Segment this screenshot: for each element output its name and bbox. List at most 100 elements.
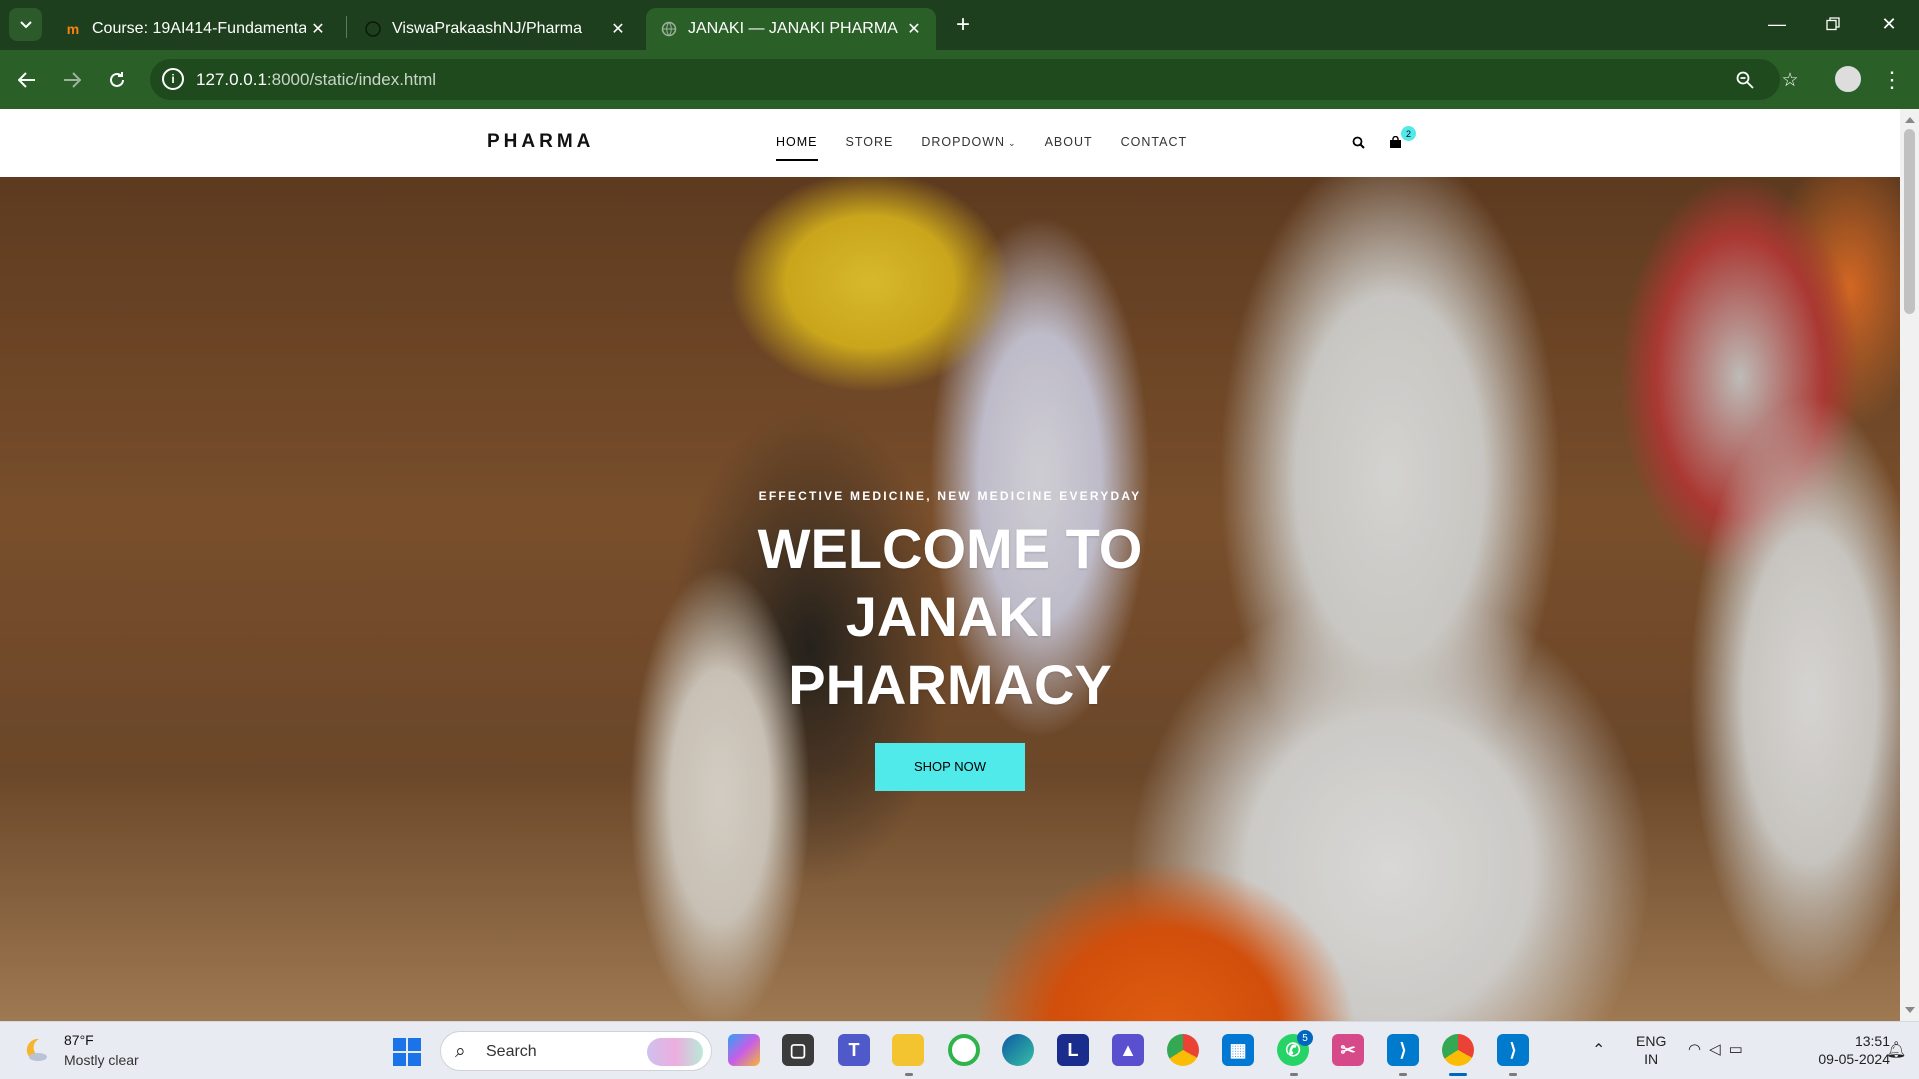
running-indicator [905,1073,913,1076]
chevron-down-icon: ⌄ [1008,138,1017,148]
page-viewport: PHARMA HOME STORE DROPDOWN ⌄ ABOUT CONTAC… [0,109,1919,1021]
scroll-down-arrow-icon[interactable] [1905,1007,1915,1013]
url-text[interactable]: 127.0.0.1:8000/static/index.html [196,70,436,90]
tab-title: Course: 19AI414-Fundamentals [92,20,306,37]
vscode-icon[interactable]: ⟩ [1387,1034,1419,1066]
hero-title-line: JANAKI [845,585,1055,648]
moodle-icon: m [66,21,80,37]
ms-store-icon[interactable]: ▦ [1222,1034,1254,1066]
active-indicator [1449,1073,1467,1076]
hero-title-line: PHARMACY [788,653,1112,716]
edge-icon[interactable] [1002,1034,1034,1066]
arrow-left-icon [18,72,35,88]
tab-janaki[interactable]: JANAKI — JANAKI PHARMA ✕ [646,8,936,50]
new-tab-button[interactable]: + [950,11,976,38]
weather-description[interactable]: Mostly clear [64,1052,139,1068]
clock-time: 13:51 [1854,1033,1890,1049]
nav-contact[interactable]: CONTACT [1121,135,1188,161]
scrollbar-thumb[interactable] [1904,129,1915,314]
hero-title: WELCOME TO JANAKI PHARMACY [700,515,1200,719]
nav-about[interactable]: ABOUT [1045,135,1093,161]
notification-bell-icon[interactable]: 🔔︎ [1886,1040,1906,1060]
site-info-icon[interactable]: i [162,68,184,90]
nav-dropdown[interactable]: DROPDOWN ⌄ [921,135,1016,161]
close-icon[interactable]: ✕ [902,17,926,41]
l-app-icon[interactable]: L [1057,1034,1089,1066]
task-view-icon[interactable]: ▢ [782,1034,814,1066]
forward-button[interactable] [56,64,88,96]
wifi-icon[interactable]: ◠ [1688,1041,1709,1058]
windows-taskbar: 87°F Mostly clear ⌕ Search ▢ T L ▲ ▦ ✆ 5… [0,1021,1919,1079]
tab-course[interactable]: m Course: 19AI414-Fundamentals ✕ [50,8,340,50]
restore-button[interactable] [1813,8,1853,40]
windows-start-icon[interactable] [393,1038,421,1066]
page-scrollbar[interactable] [1900,109,1919,1021]
url-host: 127.0.0.1 [196,70,267,89]
hero-content: EFFECTIVE MEDICINE, NEW MEDICINE EVERYDA… [700,489,1200,791]
snipping-tool-icon[interactable]: ✂ [1332,1034,1364,1066]
teams-icon[interactable]: T [838,1034,870,1066]
weather-moon-icon[interactable] [22,1036,50,1064]
taskbar-search[interactable]: ⌕ Search [440,1031,712,1071]
address-bar[interactable]: i 127.0.0.1:8000/static/index.html ☆ [150,59,1799,100]
chrome-active-icon[interactable] [1442,1034,1474,1066]
restore-icon [1826,17,1840,31]
bookmark-star-icon[interactable]: ☆ [1777,67,1803,93]
hero-title-line: WELCOME TO [757,517,1143,580]
tab-github[interactable]: ViswaPrakaashNJ/Pharma ✕ [350,8,640,50]
file-explorer-icon[interactable] [892,1034,924,1066]
language-indicator[interactable]: ENG IN [1636,1032,1666,1068]
running-indicator [1399,1073,1407,1076]
system-tray[interactable]: ◠◁▭ [1688,1040,1751,1058]
hero-banner: EFFECTIVE MEDICINE, NEW MEDICINE EVERYDA… [0,177,1900,1021]
globe-icon [660,20,678,38]
hero-subtitle: EFFECTIVE MEDICINE, NEW MEDICINE EVERYDA… [758,489,1142,503]
shop-now-button[interactable]: SHOP NOW [875,743,1025,791]
copilot-icon[interactable] [728,1034,760,1066]
browser-toolbar: i 127.0.0.1:8000/static/index.html ☆ ⋮ [0,50,1919,109]
running-indicator [1509,1073,1517,1076]
whatsapp-badge: 5 [1297,1030,1313,1046]
chrome-icon[interactable] [1167,1034,1199,1066]
battery-icon[interactable]: ▭ [1729,1041,1751,1058]
running-indicator [1290,1073,1298,1076]
zoom-icon[interactable] [1732,67,1758,93]
volume-icon[interactable]: ◁ [1709,1041,1729,1058]
close-icon[interactable]: ✕ [306,17,330,41]
search-highlight-icon [647,1038,703,1066]
arrow-right-icon [64,72,81,88]
main-nav: HOME STORE DROPDOWN ⌄ ABOUT CONTACT [776,135,1187,161]
minimize-button[interactable]: — [1757,8,1797,40]
profile-avatar[interactable] [1833,64,1863,94]
reload-button[interactable] [101,64,133,96]
clock[interactable]: 13:51 09-05-2024 [1818,1032,1890,1068]
vscode-secondary-icon[interactable]: ⟩ [1497,1034,1529,1066]
search-icon: ⌕ [455,1041,466,1062]
taskbar-search-placeholder: Search [486,1043,537,1060]
browser-menu-icon[interactable]: ⋮ [1880,64,1904,96]
tab-search-button[interactable] [9,8,42,41]
reload-icon [110,72,124,87]
scroll-up-arrow-icon[interactable] [1905,117,1915,123]
sync-app-icon[interactable] [948,1034,980,1066]
nav-dropdown-label: DROPDOWN [921,135,1006,149]
search-icon[interactable] [1349,133,1367,151]
chevron-up-icon[interactable]: ⌃ [1592,1040,1605,1060]
site-logo[interactable]: PHARMA [487,131,594,153]
lang-line: IN [1644,1051,1659,1067]
clock-date: 09-05-2024 [1818,1051,1890,1067]
url-path: :8000/static/index.html [266,70,437,89]
close-window-button[interactable]: ✕ [1869,8,1909,40]
weather-temperature[interactable]: 87°F [64,1032,94,1048]
nav-store[interactable]: STORE [846,135,894,161]
nav-home[interactable]: HOME [776,135,818,161]
lang-line: ENG [1636,1033,1667,1049]
tab-separator [346,16,347,38]
site-header: PHARMA HOME STORE DROPDOWN ⌄ ABOUT CONTAC… [0,109,1900,177]
close-icon[interactable]: ✕ [606,17,630,41]
chevron-down-icon [19,20,32,28]
tab-title: ViswaPrakaashNJ/Pharma [392,20,583,37]
tab-title: JANAKI — JANAKI PHARMA [688,20,898,37]
arc-app-icon[interactable]: ▲ [1112,1034,1144,1066]
back-button[interactable] [11,64,43,96]
